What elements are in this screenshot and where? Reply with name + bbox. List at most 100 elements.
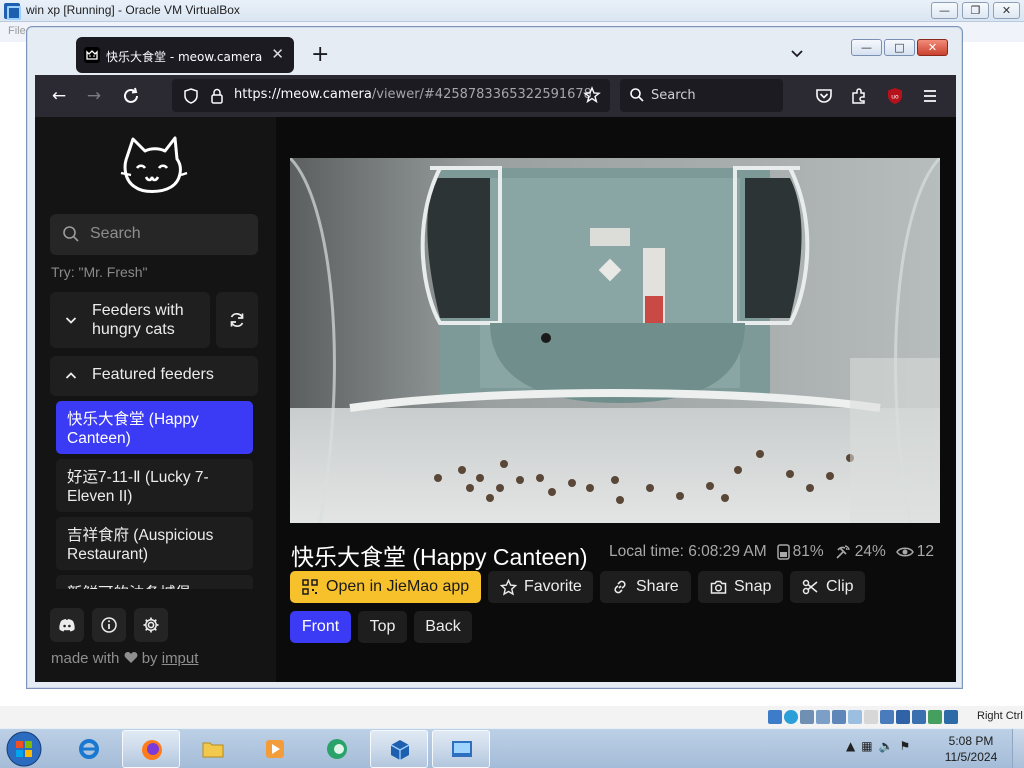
info-icon bbox=[101, 617, 117, 633]
network-tray-icon[interactable]: ▦ bbox=[861, 739, 872, 753]
display-icon[interactable] bbox=[864, 710, 878, 724]
taskbar-internet-explorer[interactable] bbox=[60, 730, 118, 768]
search-bar-placeholder: Search bbox=[651, 88, 696, 103]
info-button[interactable] bbox=[92, 608, 126, 642]
url-bar[interactable]: https://meow.camera/viewer/#425878336532… bbox=[172, 79, 610, 112]
local-time: Local time: 6:08:29 AM bbox=[609, 543, 767, 560]
settings-button[interactable] bbox=[134, 608, 168, 642]
hdd-icon[interactable] bbox=[768, 710, 782, 724]
view-back-button[interactable]: Back bbox=[414, 611, 472, 643]
recording-icon[interactable] bbox=[880, 710, 894, 724]
new-tab-button[interactable]: + bbox=[311, 42, 329, 67]
back-arrow-icon[interactable]: ← bbox=[47, 84, 71, 108]
pocket-icon[interactable] bbox=[814, 86, 834, 106]
window-close-button[interactable]: ✕ bbox=[917, 39, 948, 56]
host-minimize-button[interactable]: — bbox=[931, 2, 958, 19]
show-hidden-icons-icon[interactable]: ▲ bbox=[846, 739, 855, 753]
host-status-bar: Right Ctrl bbox=[0, 706, 1024, 728]
taskbar-clock[interactable]: 5:08 PM 11/5/2024 bbox=[936, 733, 1006, 765]
ublock-origin-icon[interactable]: uo bbox=[885, 86, 905, 106]
extensions-puzzle-icon[interactable] bbox=[849, 86, 869, 106]
svg-text:uo: uo bbox=[891, 94, 899, 101]
taskbar-media-player[interactable] bbox=[246, 730, 304, 768]
sidebar-search-box[interactable] bbox=[50, 214, 258, 255]
clip-button[interactable]: Clip bbox=[790, 571, 865, 603]
vt-x-icon[interactable] bbox=[912, 710, 926, 724]
group-hungry-label: Feeders with hungry cats bbox=[92, 302, 184, 338]
reload-icon[interactable] bbox=[119, 84, 143, 108]
feeder-item-happy-canteen[interactable]: 快乐大食堂 (Happy Canteen) bbox=[56, 401, 253, 454]
featured-feeders-list: 快乐大食堂 (Happy Canteen) 好运7-11-Ⅱ (Lucky 7-… bbox=[56, 401, 253, 589]
virtualbox-icon bbox=[4, 3, 21, 20]
snap-label: Snap bbox=[734, 578, 772, 595]
group-featured-label: Featured feeders bbox=[92, 366, 214, 383]
viewer-count: 12 bbox=[916, 543, 934, 560]
camera-live-feed[interactable] bbox=[290, 158, 940, 523]
virtualbox-cube-icon bbox=[390, 740, 410, 760]
tab-strip: 快乐大食堂 - meow.camera ✕ + — □ ✕ bbox=[35, 35, 956, 75]
share-label: Share bbox=[636, 578, 679, 595]
action-center-flag-icon[interactable]: ⚑ bbox=[900, 739, 911, 753]
network-icon[interactable] bbox=[816, 710, 830, 724]
windows-start-icon[interactable] bbox=[4, 730, 44, 768]
link-icon bbox=[614, 580, 626, 594]
lock-icon[interactable] bbox=[208, 87, 226, 105]
shield-icon[interactable] bbox=[182, 87, 200, 105]
list-all-tabs-icon[interactable] bbox=[787, 43, 807, 63]
monitor-icon[interactable] bbox=[896, 710, 910, 724]
feeder-item-auspicious-restaurant[interactable]: 吉祥食府 (Auspicious Restaurant) bbox=[56, 517, 253, 570]
meow-camera-cat-logo-icon[interactable] bbox=[119, 135, 189, 199]
favorite-button[interactable]: Favorite bbox=[488, 571, 593, 603]
show-desktop-button[interactable] bbox=[1012, 729, 1024, 768]
discord-icon bbox=[59, 619, 75, 632]
taskbar-firefox[interactable] bbox=[122, 730, 180, 768]
feeder-item-partial[interactable]: 新鲜可的油条城堡 bbox=[56, 575, 253, 589]
navigation-toolbar: ← → https://meow.camera/viewer/#42587833… bbox=[35, 75, 956, 117]
menu-hamburger-icon[interactable] bbox=[920, 86, 940, 106]
tab-title: 快乐大食堂 - meow.camera bbox=[106, 50, 263, 64]
tab-close-icon[interactable]: ✕ bbox=[271, 45, 284, 63]
taskbar-virtualbox-vm[interactable] bbox=[432, 730, 490, 768]
star-icon bbox=[500, 579, 517, 596]
bookmark-star-icon[interactable] bbox=[583, 86, 601, 104]
forward-arrow-icon[interactable]: → bbox=[82, 84, 106, 108]
snap-button[interactable]: Snap bbox=[698, 571, 783, 603]
feeder-title: 快乐大食堂 (Happy Canteen) bbox=[291, 544, 588, 570]
discord-button[interactable] bbox=[50, 608, 84, 642]
audio-icon[interactable] bbox=[800, 710, 814, 724]
search-bar[interactable]: Search bbox=[620, 79, 783, 112]
usb-icon[interactable] bbox=[832, 710, 846, 724]
host-key-icon[interactable] bbox=[944, 710, 958, 724]
group-featured-feeders[interactable]: Featured feeders bbox=[50, 356, 258, 396]
view-top-button[interactable]: Top bbox=[358, 611, 407, 643]
qr-code-icon bbox=[302, 579, 318, 595]
window-maximize-button[interactable]: □ bbox=[884, 39, 915, 56]
group-hungry-cats[interactable]: Feeders with hungry cats bbox=[50, 292, 210, 348]
shared-folders-icon[interactable] bbox=[848, 710, 862, 724]
view-front-button[interactable]: Front bbox=[290, 611, 351, 643]
sidebar-search-input[interactable] bbox=[90, 222, 250, 246]
volume-muted-icon[interactable]: 🔈 bbox=[879, 739, 894, 753]
host-menu-file[interactable]: File bbox=[8, 25, 26, 37]
open-in-jiemao-button[interactable]: Open in JieMao app bbox=[290, 571, 481, 603]
green-app-icon bbox=[327, 739, 347, 759]
search-hint: Try: "Mr. Fresh" bbox=[51, 264, 148, 280]
taskbar-file-explorer[interactable] bbox=[184, 730, 242, 768]
refresh-button[interactable] bbox=[216, 292, 258, 348]
search-icon bbox=[63, 226, 79, 242]
internet-explorer-icon bbox=[79, 739, 99, 759]
feeder-status: Local time: 6:08:29 AM 81% 24% 12 bbox=[609, 543, 940, 561]
firefox-icon bbox=[142, 740, 162, 760]
taskbar-app-green[interactable] bbox=[308, 730, 366, 768]
host-close-button[interactable]: ✕ bbox=[993, 2, 1020, 19]
tab-meow-camera[interactable]: 快乐大食堂 - meow.camera ✕ bbox=[76, 37, 294, 73]
feeder-item-lucky-7-eleven[interactable]: 好运7-11-Ⅱ (Lucky 7-Eleven II) bbox=[56, 459, 253, 512]
mouse-integration-icon[interactable] bbox=[928, 710, 942, 724]
optical-drive-icon[interactable] bbox=[784, 710, 798, 724]
sidebar: Try: "Mr. Fresh" Feeders with hungry cat… bbox=[35, 117, 276, 682]
imput-link[interactable]: imput bbox=[162, 650, 199, 667]
share-button[interactable]: Share bbox=[600, 571, 691, 603]
window-minimize-button[interactable]: — bbox=[851, 39, 882, 56]
taskbar-virtualbox-manager[interactable] bbox=[370, 730, 428, 768]
host-restore-button[interactable]: ❐ bbox=[962, 2, 989, 19]
